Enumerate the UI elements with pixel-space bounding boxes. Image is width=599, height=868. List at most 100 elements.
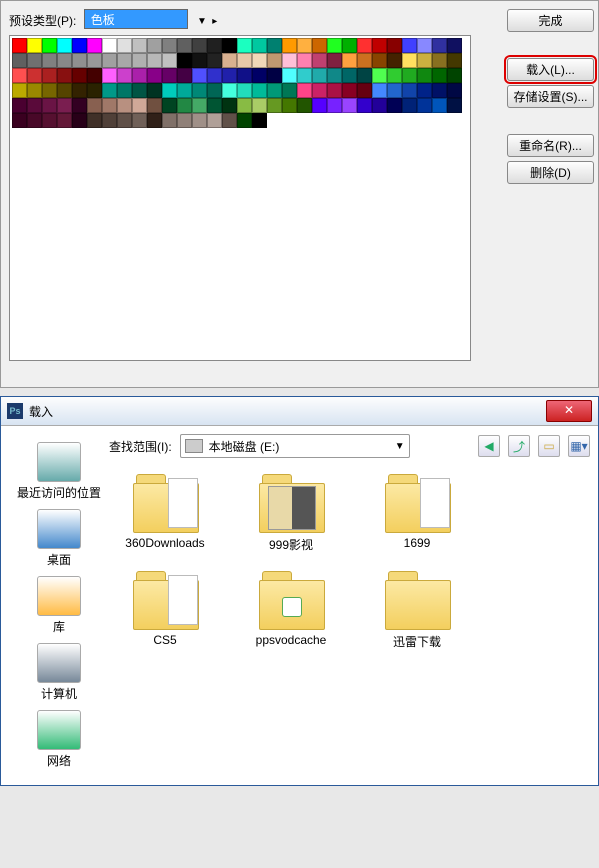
- color-swatch[interactable]: [417, 53, 432, 68]
- lookin-combo[interactable]: 本地磁盘 (E:) ▼: [180, 434, 410, 458]
- new-folder-icon[interactable]: ▭: [538, 435, 560, 457]
- color-swatch[interactable]: [357, 98, 372, 113]
- color-swatch[interactable]: [432, 98, 447, 113]
- color-swatch[interactable]: [312, 38, 327, 53]
- color-swatch[interactable]: [162, 98, 177, 113]
- sidebar-item-network[interactable]: 网络: [9, 710, 109, 769]
- color-swatch[interactable]: [312, 98, 327, 113]
- color-swatch[interactable]: [252, 68, 267, 83]
- flyout-menu-icon[interactable]: ▸: [212, 16, 217, 27]
- color-swatch[interactable]: [327, 38, 342, 53]
- color-swatch[interactable]: [132, 38, 147, 53]
- color-swatch[interactable]: [417, 83, 432, 98]
- color-swatch[interactable]: [162, 38, 177, 53]
- color-swatch[interactable]: [42, 83, 57, 98]
- color-swatch[interactable]: [342, 98, 357, 113]
- color-swatch[interactable]: [162, 68, 177, 83]
- color-swatch[interactable]: [417, 68, 432, 83]
- color-swatch[interactable]: [417, 38, 432, 53]
- color-swatch[interactable]: [387, 68, 402, 83]
- color-swatch[interactable]: [327, 53, 342, 68]
- color-swatch[interactable]: [42, 38, 57, 53]
- color-swatch[interactable]: [267, 53, 282, 68]
- color-swatch[interactable]: [177, 113, 192, 128]
- color-swatch[interactable]: [342, 68, 357, 83]
- color-swatch[interactable]: [27, 68, 42, 83]
- save-set-button[interactable]: 存储设置(S)...: [507, 85, 594, 108]
- color-swatch[interactable]: [282, 38, 297, 53]
- color-swatch[interactable]: [117, 53, 132, 68]
- color-swatch[interactable]: [402, 53, 417, 68]
- color-swatch[interactable]: [72, 53, 87, 68]
- color-swatch[interactable]: [237, 38, 252, 53]
- color-swatch[interactable]: [297, 98, 312, 113]
- color-swatch[interactable]: [132, 83, 147, 98]
- color-swatch[interactable]: [222, 38, 237, 53]
- color-swatch[interactable]: [132, 98, 147, 113]
- color-swatch[interactable]: [357, 83, 372, 98]
- color-swatch[interactable]: [447, 53, 462, 68]
- color-swatch[interactable]: [222, 113, 237, 128]
- color-swatch[interactable]: [252, 83, 267, 98]
- color-swatch[interactable]: [237, 83, 252, 98]
- color-swatch[interactable]: [402, 38, 417, 53]
- color-swatch[interactable]: [162, 53, 177, 68]
- color-swatch[interactable]: [12, 53, 27, 68]
- back-icon[interactable]: ◀: [478, 435, 500, 457]
- color-swatch[interactable]: [102, 53, 117, 68]
- color-swatch[interactable]: [192, 53, 207, 68]
- color-swatch[interactable]: [372, 38, 387, 53]
- color-swatch[interactable]: [147, 83, 162, 98]
- color-swatch[interactable]: [342, 38, 357, 53]
- color-swatch[interactable]: [342, 53, 357, 68]
- color-swatch[interactable]: [252, 53, 267, 68]
- color-swatch[interactable]: [72, 83, 87, 98]
- color-swatch[interactable]: [432, 53, 447, 68]
- color-swatch[interactable]: [12, 113, 27, 128]
- color-swatch[interactable]: [207, 53, 222, 68]
- color-swatch[interactable]: [402, 68, 417, 83]
- color-swatch[interactable]: [27, 38, 42, 53]
- color-swatch[interactable]: [57, 113, 72, 128]
- file-item[interactable]: CS5: [115, 571, 215, 650]
- color-swatch[interactable]: [117, 113, 132, 128]
- color-swatch[interactable]: [357, 38, 372, 53]
- color-swatch[interactable]: [297, 83, 312, 98]
- color-swatch[interactable]: [87, 98, 102, 113]
- color-swatch[interactable]: [177, 53, 192, 68]
- file-item[interactable]: 1699: [367, 474, 467, 553]
- color-swatch[interactable]: [327, 68, 342, 83]
- sidebar-item-recent[interactable]: 最近访问的位置: [9, 442, 109, 501]
- color-swatch[interactable]: [282, 68, 297, 83]
- color-swatch[interactable]: [387, 38, 402, 53]
- color-swatch[interactable]: [102, 113, 117, 128]
- color-swatch[interactable]: [147, 53, 162, 68]
- color-swatch[interactable]: [207, 98, 222, 113]
- color-swatch[interactable]: [87, 83, 102, 98]
- color-swatch[interactable]: [72, 38, 87, 53]
- color-swatch[interactable]: [117, 98, 132, 113]
- color-swatch[interactable]: [207, 83, 222, 98]
- color-swatch[interactable]: [147, 68, 162, 83]
- color-swatch[interactable]: [207, 113, 222, 128]
- color-swatch[interactable]: [282, 98, 297, 113]
- color-swatch[interactable]: [87, 68, 102, 83]
- color-swatch[interactable]: [12, 38, 27, 53]
- color-swatch[interactable]: [402, 98, 417, 113]
- load-button[interactable]: 载入(L)...: [507, 58, 594, 81]
- color-swatch[interactable]: [57, 53, 72, 68]
- color-swatch[interactable]: [342, 83, 357, 98]
- color-swatch[interactable]: [42, 98, 57, 113]
- color-swatch[interactable]: [387, 83, 402, 98]
- color-swatch[interactable]: [237, 113, 252, 128]
- color-swatch[interactable]: [237, 53, 252, 68]
- color-swatch[interactable]: [267, 38, 282, 53]
- color-swatch[interactable]: [252, 38, 267, 53]
- color-swatch[interactable]: [222, 83, 237, 98]
- color-swatch[interactable]: [237, 68, 252, 83]
- color-swatch[interactable]: [327, 98, 342, 113]
- color-swatch[interactable]: [432, 68, 447, 83]
- done-button[interactable]: 完成: [507, 9, 594, 32]
- color-swatch[interactable]: [192, 38, 207, 53]
- preset-type-select[interactable]: 色板: [84, 9, 188, 29]
